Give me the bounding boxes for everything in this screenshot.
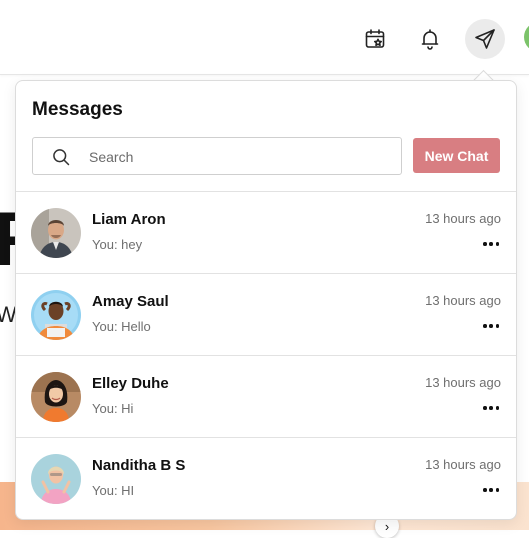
conversation-item[interactable]: Amay Saul You: Hello 13 hours ago	[16, 273, 516, 355]
conversation-preview: You: Hello	[92, 319, 151, 334]
new-chat-button[interactable]: New Chat	[413, 138, 500, 173]
more-options-icon[interactable]	[483, 404, 499, 412]
messages-title: Messages	[32, 99, 123, 120]
conversation-item[interactable]: Nanditha B S You: HI 13 hours ago	[16, 437, 516, 519]
conversation-name: Liam Aron	[92, 211, 166, 228]
notifications-button[interactable]	[410, 19, 450, 59]
messages-button[interactable]	[465, 19, 505, 59]
avatar	[31, 454, 81, 504]
conversation-time: 13 hours ago	[425, 457, 501, 472]
more-options-icon[interactable]	[483, 486, 499, 494]
search-input[interactable]	[87, 146, 391, 168]
more-options-icon[interactable]	[483, 240, 499, 248]
conversation-time: 13 hours ago	[425, 293, 501, 308]
messages-dropdown: Messages New Chat Liam Aron	[15, 80, 517, 520]
conversation-preview: You: hey	[92, 237, 143, 252]
conversation-name: Elley Duhe	[92, 375, 169, 392]
conversation-item[interactable]: Liam Aron You: hey 13 hours ago	[16, 191, 516, 273]
profile-avatar[interactable]	[524, 22, 529, 52]
conversation-time: 13 hours ago	[425, 211, 501, 226]
calendar-star-icon	[365, 29, 385, 48]
send-icon	[475, 29, 495, 49]
more-options-icon[interactable]	[483, 322, 499, 330]
calendar-button[interactable]	[355, 19, 395, 59]
conversation-preview: You: HI	[92, 483, 135, 498]
avatar	[31, 290, 81, 340]
conversation-name: Nanditha B S	[92, 457, 186, 474]
conversation-preview: You: Hi	[92, 401, 134, 416]
search-field[interactable]	[32, 137, 402, 175]
top-navigation-bar	[0, 0, 529, 75]
conversation-time: 13 hours ago	[425, 375, 501, 390]
search-icon	[53, 149, 70, 166]
conversation-item[interactable]: Elley Duhe You: Hi 13 hours ago	[16, 355, 516, 437]
avatar	[31, 208, 81, 258]
conversation-name: Amay Saul	[92, 293, 169, 310]
bell-icon	[421, 29, 439, 50]
avatar	[31, 372, 81, 422]
conversation-list: Liam Aron You: hey 13 hours ago Amay Sau…	[16, 191, 516, 519]
